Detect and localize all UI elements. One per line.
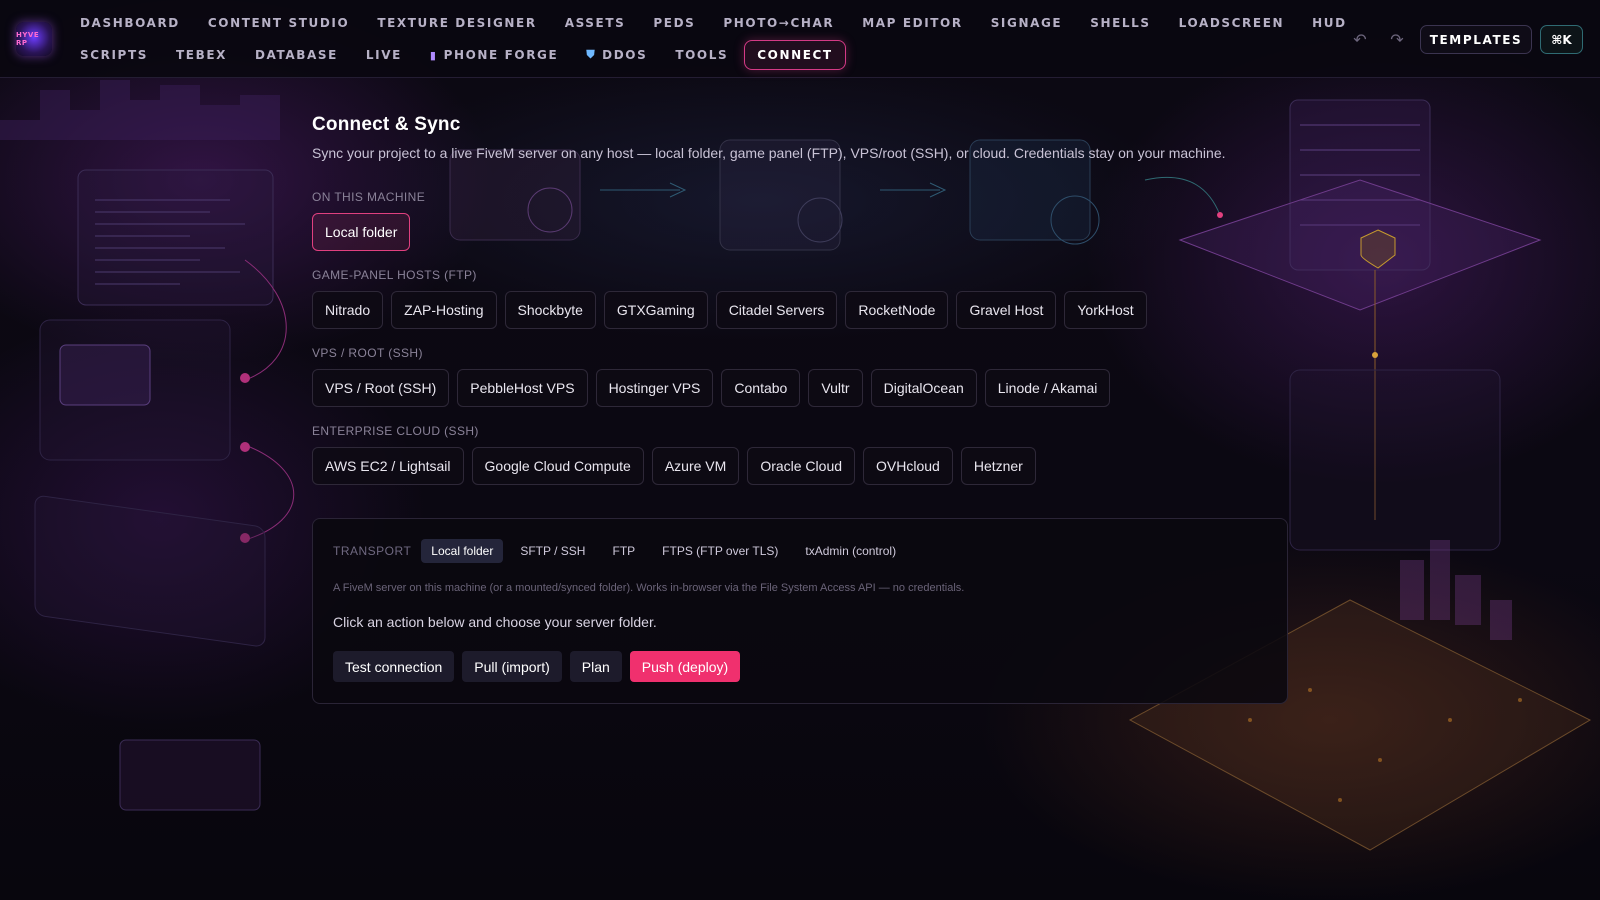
host-chip[interactable]: Gravel Host <box>956 291 1057 329</box>
nav-label: DATABASE <box>254 48 338 62</box>
host-chip[interactable]: Linode / Akamai <box>984 369 1111 407</box>
tab-sftp-ssh[interactable]: SFTP / SSH <box>510 539 595 563</box>
host-chip[interactable]: PebbleHost VPS <box>457 369 588 407</box>
host-chip[interactable]: Oracle Cloud <box>747 447 856 485</box>
host-chip[interactable]: Contabo <box>721 369 801 407</box>
host-chip[interactable]: Google Cloud Compute <box>471 447 644 485</box>
page-subtitle: Sync your project to a live FiveM server… <box>312 145 1226 161</box>
nav-content-studio[interactable]: CONTENT STUDIO <box>208 10 349 36</box>
nav-peds[interactable]: PEDS <box>653 10 695 36</box>
host-chip[interactable]: AWS EC2 / Lightsail <box>312 447 464 485</box>
top-navigation: HYVE RP DASHBOARD CONTENT STUDIO TEXTURE… <box>0 0 1600 78</box>
nav-row-secondary: SCRIPTS TEBEX DATABASE LIVE ▮ PHONE FORGE… <box>80 40 874 70</box>
group-label: GAME-PANEL HOSTS (FTP) <box>312 268 477 282</box>
templates-button[interactable]: TEMPLATES <box>1420 25 1532 54</box>
nav-dashboard[interactable]: DASHBOARD <box>80 10 180 36</box>
group-label: ENTERPRISE CLOUD (SSH) <box>312 424 479 438</box>
tab-local-folder[interactable]: Local folder <box>421 539 504 563</box>
nav-signage[interactable]: SIGNAGE <box>991 10 1063 36</box>
app-logo[interactable]: HYVE RP <box>16 22 52 56</box>
host-chip[interactable]: Shockbyte <box>504 291 596 329</box>
host-chip[interactable]: RocketNode <box>845 291 949 329</box>
pull-import-button[interactable]: Pull (import) <box>462 651 562 682</box>
nav-scripts[interactable]: SCRIPTS <box>80 42 148 68</box>
nav-live[interactable]: LIVE <box>366 42 402 68</box>
nav-hud[interactable]: HUD <box>1312 10 1347 36</box>
group-label: VPS / ROOT (SSH) <box>312 346 423 360</box>
host-chip[interactable]: Vultr <box>808 369 863 407</box>
shield-icon: ⛊ <box>586 48 597 61</box>
nav-tools[interactable]: TOOLS <box>675 42 728 68</box>
plan-button[interactable]: Plan <box>569 651 622 682</box>
nav-database[interactable]: DATABASE <box>255 42 338 68</box>
logo-text: HYVE RP <box>16 31 40 47</box>
test-connection-button[interactable]: Test connection <box>333 651 455 682</box>
nav-label: TOOLS <box>675 48 729 62</box>
host-chip[interactable]: Hostinger VPS <box>595 369 714 407</box>
host-group-cloud: ENTERPRISE CLOUD (SSH) AWS EC2 / Lightsa… <box>312 424 1036 485</box>
host-chip[interactable]: Azure VM <box>651 447 740 485</box>
host-group-local: ON THIS MACHINE Local folder <box>312 190 425 251</box>
nav-assets[interactable]: ASSETS <box>565 10 626 36</box>
nav-loadscreen[interactable]: LOADSCREEN <box>1179 10 1284 36</box>
host-chip[interactable]: YorkHost <box>1064 291 1147 329</box>
host-chip[interactable]: GTXGaming <box>603 291 708 329</box>
nav-row-primary: DASHBOARD CONTENT STUDIO TEXTURE DESIGNE… <box>80 10 1375 36</box>
action-buttons: Test connection Pull (import) Plan Push … <box>333 651 741 682</box>
tab-ftps[interactable]: FTPS (FTP over TLS) <box>652 539 788 563</box>
redo-icon[interactable]: ↷ <box>1387 30 1407 50</box>
host-chip[interactable]: OVHcloud <box>863 447 953 485</box>
page-title: Connect & Sync <box>312 114 461 135</box>
host-chip[interactable]: DigitalOcean <box>870 369 977 407</box>
nav-ddos[interactable]: ⛊ DDOS <box>586 42 647 68</box>
host-chip[interactable]: Nitrado <box>312 291 384 329</box>
transport-note: A FiveM server on this machine (or a mou… <box>333 582 965 594</box>
nav-label: LIVE <box>365 48 402 62</box>
connect-sync-section: Connect & Sync Sync your project to a li… <box>312 114 1292 485</box>
group-label: ON THIS MACHINE <box>312 190 426 204</box>
nav-map-editor[interactable]: MAP EDITOR <box>862 10 962 36</box>
transport-instruction: Click an action below and choose your se… <box>333 614 657 630</box>
host-chip[interactable]: Citadel Servers <box>715 291 838 329</box>
host-chip[interactable]: Hetzner <box>960 447 1036 485</box>
nav-label: DDOS <box>602 48 648 62</box>
host-group-ftp: GAME-PANEL HOSTS (FTP) Nitrado ZAP-Hosti… <box>312 268 1147 329</box>
nav-phone-forge[interactable]: ▮ PHONE FORGE <box>430 42 558 68</box>
host-chip[interactable]: VPS / Root (SSH) <box>312 369 450 407</box>
tab-txadmin[interactable]: txAdmin (control) <box>795 539 906 563</box>
phone-icon: ▮ <box>429 48 438 62</box>
host-chip[interactable]: ZAP-Hosting <box>391 291 497 329</box>
push-deploy-button[interactable]: Push (deploy) <box>629 651 741 682</box>
nav-photo-to-char[interactable]: PHOTO→CHAR <box>723 10 834 36</box>
nav-label: CONNECT <box>757 48 833 62</box>
nav-label: PHONE FORGE <box>443 48 559 62</box>
tab-ftp[interactable]: FTP <box>602 539 645 563</box>
command-palette-button[interactable]: ⌘K <box>1540 25 1583 54</box>
transport-panel: TRANSPORT Local folder SFTP / SSH FTP FT… <box>312 518 1288 704</box>
nav-tebex[interactable]: TEBEX <box>176 42 227 68</box>
transport-label: TRANSPORT <box>333 544 412 558</box>
transport-tabs: TRANSPORT Local folder SFTP / SSH FTP FT… <box>333 539 913 563</box>
nav-connect[interactable]: CONNECT <box>744 40 846 70</box>
nav-shells[interactable]: SHELLS <box>1090 10 1150 36</box>
host-group-vps: VPS / ROOT (SSH) VPS / Root (SSH) Pebble… <box>312 346 1111 407</box>
undo-icon[interactable]: ↶ <box>1350 30 1370 50</box>
nav-label: TEBEX <box>175 48 227 62</box>
nav-label: SCRIPTS <box>80 48 148 62</box>
nav-texture-designer[interactable]: TEXTURE DESIGNER <box>377 10 536 36</box>
host-chip-local-folder[interactable]: Local folder <box>312 213 411 251</box>
